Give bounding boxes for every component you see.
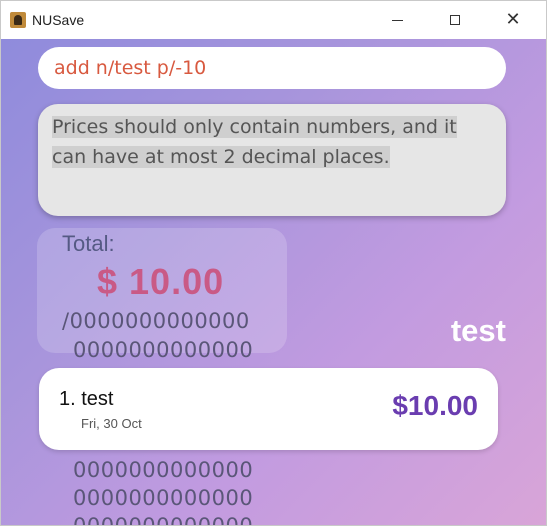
app-window: NUSave ✕ add n/test p/-10 Prices should … xyxy=(0,0,547,526)
expenditure-name: 1. test xyxy=(59,388,114,410)
expenditure-date: Fri, 30 Oct xyxy=(81,416,142,431)
close-icon: ✕ xyxy=(505,9,521,30)
minimize-button[interactable] xyxy=(375,5,419,35)
result-display: Prices should only contain numbers, and … xyxy=(38,104,506,216)
expenditure-card[interactable]: 1. test Fri, 30 Oct $10.00 xyxy=(39,368,498,450)
result-message: Prices should only contain numbers, and … xyxy=(52,116,457,168)
maximize-button[interactable] xyxy=(433,5,477,35)
budget-name-heading: test xyxy=(450,313,506,348)
threshold-line: /0000000000000 xyxy=(62,309,250,333)
main-content: add n/test p/-10 Prices should only cont… xyxy=(1,39,546,526)
threshold-line: 0000000000000 xyxy=(73,486,254,510)
total-label: Total: xyxy=(62,231,115,256)
result-text: Prices should only contain numbers, and … xyxy=(52,112,492,172)
threshold-line: 0000000000000 xyxy=(73,514,254,526)
minimize-icon xyxy=(391,19,403,21)
close-button[interactable]: ✕ xyxy=(491,5,535,35)
app-icon xyxy=(10,12,26,28)
command-input[interactable]: add n/test p/-10 xyxy=(38,47,506,89)
threshold-line: 0000000000000 xyxy=(73,458,254,482)
threshold-line: 0000000000000 xyxy=(73,338,254,362)
expenditure-price: $10.00 xyxy=(392,390,478,421)
title-bar[interactable]: NUSave ✕ xyxy=(1,1,546,39)
total-amount: $ 10.00 xyxy=(97,261,225,302)
window-title: NUSave xyxy=(32,12,85,28)
maximize-icon xyxy=(450,15,460,25)
